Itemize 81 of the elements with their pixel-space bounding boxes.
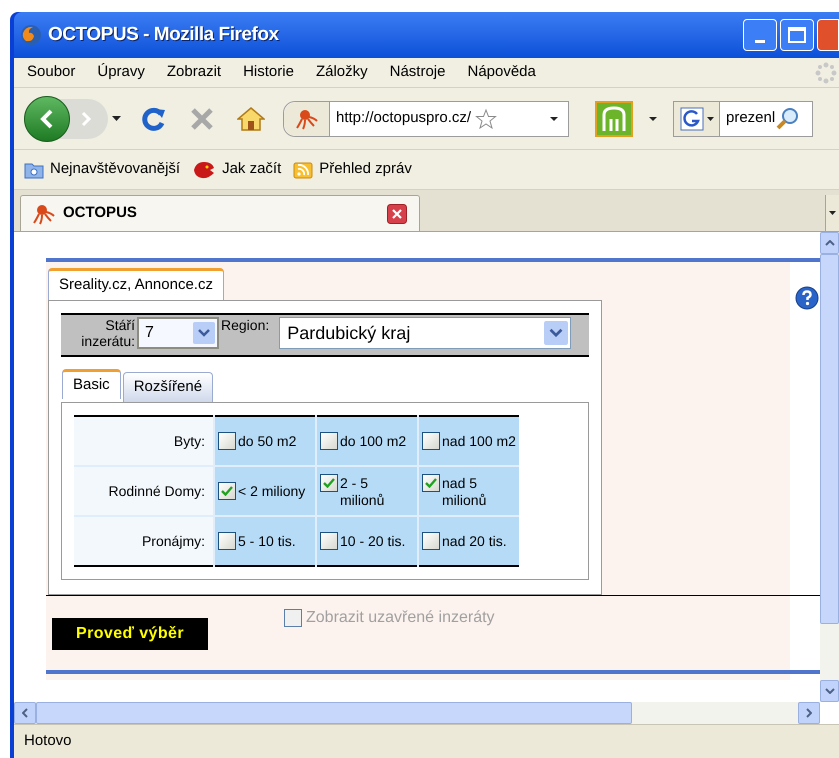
checkbox-label: 2 - 5 milionů <box>340 474 386 508</box>
checkbox-label: Zobrazit uzavřené inzeráty <box>306 608 495 628</box>
bookmark-link[interactable]: Jak začít <box>222 158 282 181</box>
bookmark-link[interactable]: Nejnavštěvovanější <box>50 158 180 181</box>
checkbox[interactable] <box>422 532 440 550</box>
menu-item[interactable]: Historie <box>243 61 294 84</box>
chevron-down-icon <box>544 321 568 345</box>
field-label: Stáří inzerátu: <box>80 317 135 349</box>
chevron-right-icon <box>806 708 812 718</box>
browser-logo-icon <box>20 24 42 46</box>
checkbox-label: 10 - 20 tis. <box>340 533 406 550</box>
url-text: http://octopuspro.cz/ <box>335 108 472 128</box>
checkbox[interactable] <box>422 432 440 450</box>
age-dropdown[interactable]: 7 <box>137 317 219 349</box>
checkbox-label: do 100 m2 <box>340 433 406 450</box>
bar-chart-icon[interactable] <box>595 100 633 136</box>
row-label: Rodinné Domy: <box>74 466 214 516</box>
region-dropdown[interactable]: Pardubický kraj <box>279 317 572 349</box>
home-icon[interactable] <box>237 106 265 132</box>
chevron-up-icon <box>824 240 834 246</box>
dropdown-arrow-icon[interactable] <box>550 116 558 120</box>
menu-item[interactable]: Nápověda <box>467 61 536 84</box>
dropdown-arrow-icon[interactable] <box>706 116 714 120</box>
g-logo-icon[interactable] <box>680 106 704 130</box>
caret-icon <box>829 211 836 215</box>
field-label: Region: <box>221 317 270 333</box>
star-icon[interactable] <box>475 108 498 130</box>
page-tab[interactable]: Sreality.cz, Annonce.cz <box>48 268 224 300</box>
dropdown-arrow-icon[interactable] <box>649 116 657 120</box>
checkbox-label: do 50 m2 <box>238 433 296 450</box>
checkbox[interactable] <box>218 432 236 450</box>
chevron-down-icon <box>193 322 215 344</box>
menu-item[interactable]: Soubor <box>27 61 76 84</box>
checkbox[interactable] <box>320 532 338 550</box>
search-text: prezenl <box>725 108 776 128</box>
checkbox-label: < 2 miliony <box>238 483 306 500</box>
back-button[interactable] <box>24 96 70 142</box>
loading-throbber-icon <box>815 62 837 84</box>
menu-item[interactable]: Úpravy <box>97 61 145 84</box>
tab-list-button[interactable] <box>825 195 839 231</box>
close-icon[interactable] <box>387 204 407 224</box>
checkbox-label: nad 20 tis. <box>442 533 507 550</box>
status-text: Hotovo <box>24 731 72 752</box>
tab-label: OCTOPUS <box>63 203 137 224</box>
dropdown-arrow-icon[interactable] <box>112 116 121 121</box>
octopus-icon <box>33 202 55 224</box>
folder-icon <box>24 160 44 178</box>
horizontal-scrollbar[interactable] <box>14 702 820 724</box>
checkbox[interactable] <box>320 474 338 492</box>
checkbox[interactable] <box>320 432 338 450</box>
checkbox-label: nad 5 milionů <box>442 474 488 508</box>
reload-icon[interactable] <box>141 106 167 132</box>
menu-item[interactable]: Nástroje <box>390 61 446 84</box>
page-tab[interactable]: Rozšířené <box>122 372 214 402</box>
creature-icon <box>192 160 216 180</box>
help-icon[interactable] <box>795 286 819 310</box>
feed-icon <box>293 160 314 180</box>
octopus-icon <box>296 108 318 130</box>
menu-item[interactable]: Záložky <box>316 61 368 84</box>
browser-tab[interactable]: OCTOPUS <box>20 195 420 231</box>
maximize-button[interactable] <box>780 19 814 51</box>
vertical-scrollbar[interactable] <box>820 232 839 702</box>
row-label: Pronájmy: <box>74 516 214 566</box>
submit-button[interactable]: Proveď výběr <box>52 618 208 650</box>
checkbox-label: nad 100 m2 <box>442 433 516 450</box>
chevron-down-icon <box>824 688 834 694</box>
chevron-right-icon <box>80 110 92 126</box>
minimize-button[interactable] <box>743 19 777 51</box>
address-bar[interactable]: http://octopuspro.cz/ <box>283 100 569 136</box>
close-button[interactable] <box>817 19 839 51</box>
checkbox[interactable] <box>218 532 236 550</box>
checkbox[interactable] <box>218 482 236 500</box>
row-label: Byty: <box>74 416 214 466</box>
window-title: OCTOPUS - Mozilla Firefox <box>48 22 279 47</box>
checkbox-label: 5 - 10 tis. <box>238 533 296 550</box>
page-tab[interactable]: Basic <box>62 369 121 399</box>
menu-item[interactable]: Zobrazit <box>166 61 222 84</box>
bookmark-link[interactable]: Přehled zpráv <box>319 158 412 181</box>
search-field[interactable]: prezenl <box>673 100 813 136</box>
chevron-left-icon <box>22 708 28 718</box>
checkbox[interactable] <box>422 474 440 492</box>
